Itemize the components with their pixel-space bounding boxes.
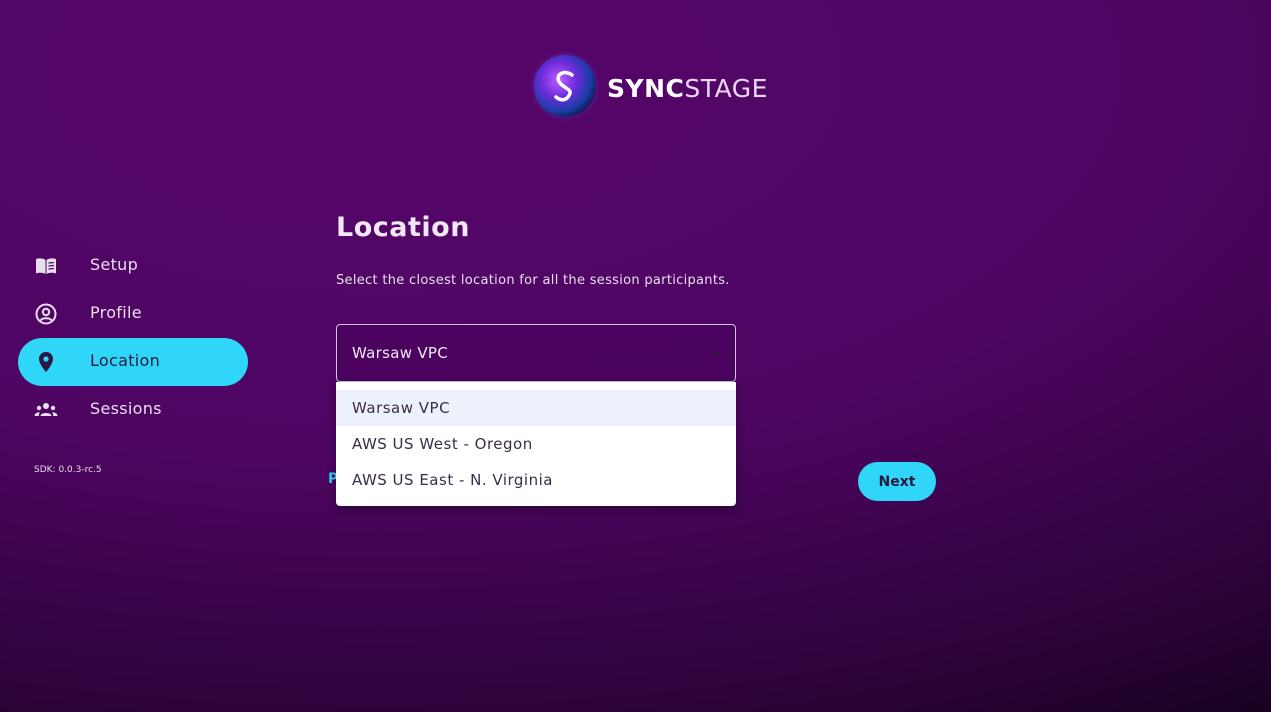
sidebar-item-label: Location — [90, 351, 161, 370]
sidebar-nav: Setup Profile Location Sessions — [18, 242, 248, 434]
sidebar-item-sessions[interactable]: Sessions — [18, 386, 248, 434]
syncstage-logo: SYNCSTAGE — [534, 55, 767, 117]
book-icon — [34, 254, 58, 278]
map-pin-icon — [34, 350, 58, 374]
dropdown-arrow-icon — [713, 350, 721, 354]
logo-sync-text: SYNC — [607, 74, 685, 103]
page-subtitle: Select the closest location for all the … — [336, 273, 730, 288]
group-icon — [34, 398, 58, 422]
sdk-version: SDK: 0.0.3-rc.5 — [34, 465, 102, 475]
logo-stage-text: STAGE — [684, 74, 768, 103]
next-button[interactable]: Next — [858, 462, 936, 501]
sidebar-item-location[interactable]: Location — [18, 338, 248, 386]
location-option-oregon[interactable]: AWS US West - Oregon — [336, 426, 736, 462]
sidebar-item-label: Profile — [90, 303, 142, 322]
sidebar-item-label: Sessions — [90, 399, 162, 418]
location-dropdown-menu: Warsaw VPC AWS US West - Oregon AWS US E… — [336, 382, 736, 506]
account-circle-icon — [34, 302, 58, 326]
logo-orb-icon — [534, 55, 596, 117]
page-title: Location — [336, 212, 470, 243]
location-select[interactable]: Warsaw VPC — [336, 324, 736, 382]
sidebar-item-label: Setup — [90, 255, 139, 274]
sidebar-item-setup[interactable]: Setup — [18, 242, 248, 290]
sidebar-item-profile[interactable]: Profile — [18, 290, 248, 338]
logo-wordmark: SYNCSTAGE — [607, 74, 768, 103]
location-option-warsaw[interactable]: Warsaw VPC — [336, 390, 736, 426]
location-select-value: Warsaw VPC — [352, 344, 449, 362]
location-option-virginia[interactable]: AWS US East - N. Virginia — [336, 462, 736, 498]
